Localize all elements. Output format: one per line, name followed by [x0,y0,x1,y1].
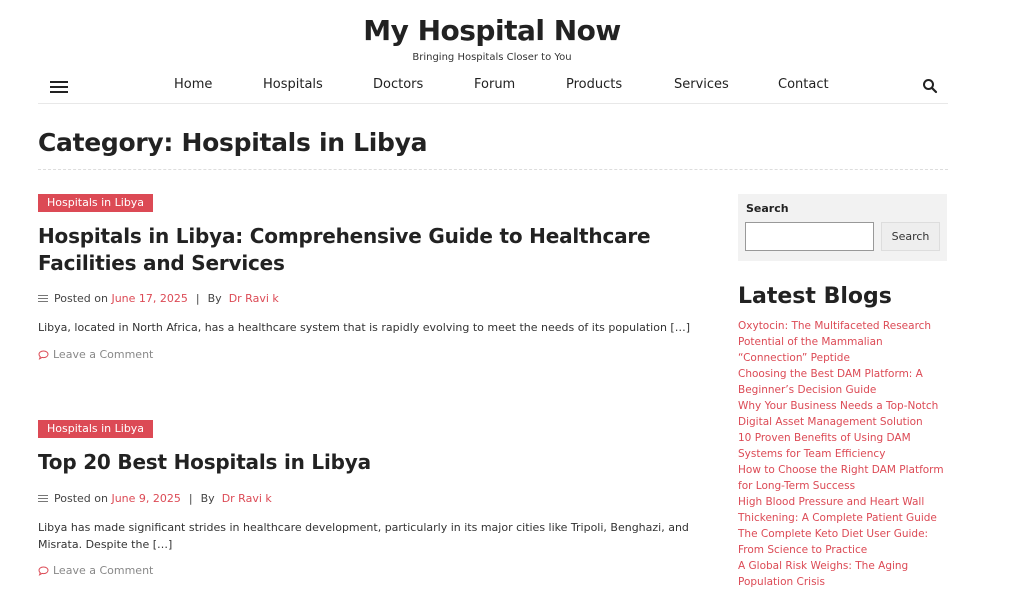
nav-item-home[interactable]: Home [174,77,212,92]
leave-comment-label[interactable]: Leave a Comment [53,564,153,577]
nav-item-services[interactable]: Services [674,77,729,92]
latest-blog-link[interactable]: High Blood Pressure and Heart Wall Thick… [738,494,953,526]
title-divider [38,169,948,170]
search-label: Search [746,202,789,215]
category-badge[interactable]: Hospitals in Libya [38,194,154,212]
site-tagline: Bringing Hospitals Closer to You [412,52,572,63]
post-title[interactable]: Top 20 Best Hospitals in Libya [38,449,698,476]
site-title[interactable]: My Hospital Now [0,14,984,47]
meta-separator: | [195,292,200,305]
page-title: Category: Hospitals in Libya [38,128,428,157]
list-icon [38,294,48,303]
hamburger-icon[interactable] [50,80,68,94]
nav-item-forum[interactable]: Forum [474,77,515,92]
post-meta: Posted on June 9, 2025 | By Dr Ravi k [38,492,272,505]
latest-blog-link[interactable]: Oxytocin: The Multifaceted Research Pote… [738,318,953,366]
nav-item-contact[interactable]: Contact [778,77,829,92]
by-label: By [200,492,215,505]
latest-blog-link[interactable]: A Global Risk Weighs: The Aging Populati… [738,558,953,590]
list-icon [38,494,48,503]
leave-comment-label[interactable]: Leave a Comment [53,348,153,361]
post-title[interactable]: Hospitals in Libya: Comprehensive Guide … [38,223,698,277]
latest-blog-link[interactable]: The Complete Keto Diet User Guide: From … [738,526,953,558]
nav-item-doctors[interactable]: Doctors [373,77,423,92]
post-date[interactable]: June 9, 2025 [111,492,180,505]
posted-on-label: Posted on [54,292,108,305]
nav-item-hospitals[interactable]: Hospitals [263,77,323,92]
latest-blog-link[interactable]: 10 Proven Benefits of Using DAM Systems … [738,430,953,462]
latest-blog-link[interactable]: Choosing the Best DAM Platform: A Beginn… [738,366,953,398]
nav-item-products[interactable]: Products [566,77,622,92]
comment-icon [38,565,49,576]
category-badge[interactable]: Hospitals in Libya [38,420,154,438]
search-input[interactable] [745,222,874,251]
posted-on-label: Posted on [54,492,108,505]
latest-blogs-list: Oxytocin: The Multifaceted Research Pote… [738,318,953,590]
by-label: By [207,292,222,305]
post-meta: Posted on June 17, 2025 | By Dr Ravi k [38,292,279,305]
search-button[interactable]: Search [881,222,940,251]
main-navigation: Home Hospitals Doctors Forum Products Se… [38,70,948,104]
post-date[interactable]: June 17, 2025 [111,292,187,305]
latest-blog-link[interactable]: Why Your Business Needs a Top-Notch Digi… [738,398,953,430]
latest-blogs-heading: Latest Blogs [738,284,892,309]
leave-comment-link[interactable]: Leave a Comment [38,348,153,361]
meta-separator: | [188,492,193,505]
search-icon[interactable] [922,78,938,94]
post-excerpt: Libya, located in North Africa, has a he… [38,321,691,334]
leave-comment-link[interactable]: Leave a Comment [38,564,153,577]
latest-blog-link[interactable]: How to Choose the Right DAM Platform for… [738,462,953,494]
sidebar-search-widget: Search Search [738,194,947,261]
post-author[interactable]: Dr Ravi k [222,492,272,505]
post-author[interactable]: Dr Ravi k [229,292,279,305]
post-excerpt: Libya has made significant strides in he… [38,521,689,551]
comment-icon [38,349,49,360]
